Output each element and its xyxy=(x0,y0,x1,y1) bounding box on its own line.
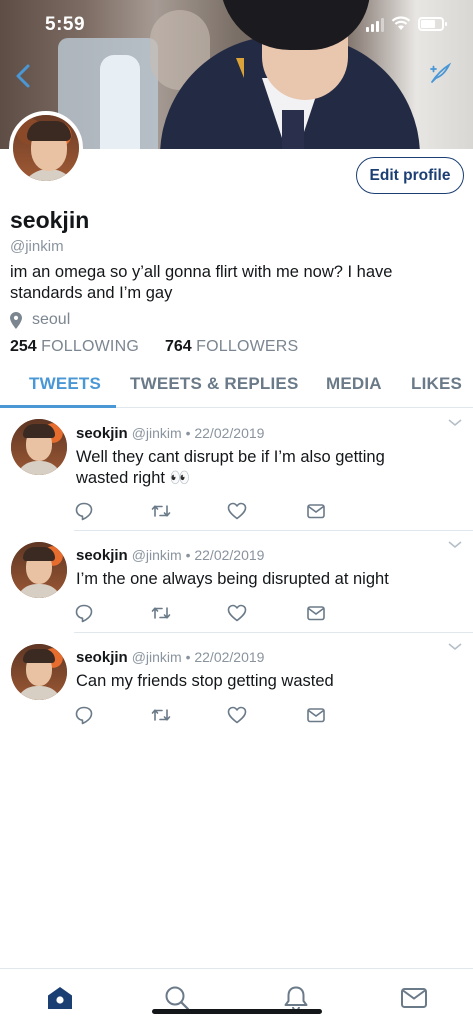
tweet-divider xyxy=(74,632,473,633)
tweet-author-name: seokjin xyxy=(76,425,128,442)
profile-location: seoul xyxy=(10,311,70,329)
tweet-text: Can my friends stop getting wasted xyxy=(76,672,334,690)
followers-label: FOLLOWERS xyxy=(196,338,299,355)
bottom-navigation xyxy=(0,968,473,1024)
heart-icon[interactable] xyxy=(227,603,247,623)
notifications-bell-icon[interactable] xyxy=(282,985,310,1011)
direct-message-icon[interactable] xyxy=(306,603,326,623)
following-label: FOLLOWING xyxy=(41,338,139,355)
followers-stat[interactable]: 764 FOLLOWERS xyxy=(165,338,298,356)
profile-avatar[interactable] xyxy=(9,111,83,185)
heart-icon[interactable] xyxy=(227,501,247,521)
messages-envelope-icon[interactable] xyxy=(400,985,428,1011)
status-bar: 5:59 xyxy=(0,0,473,50)
tweet-divider xyxy=(74,530,473,531)
followers-count: 764 xyxy=(164,338,192,355)
tweet-avatar[interactable] xyxy=(11,542,67,598)
retweet-icon[interactable] xyxy=(151,501,171,521)
direct-message-icon[interactable] xyxy=(306,705,326,725)
profile-display-name: seokjin xyxy=(10,207,90,233)
feather-compose-icon[interactable] xyxy=(428,62,452,86)
tweet-actions xyxy=(74,705,326,725)
edit-profile-button[interactable]: Edit profile xyxy=(356,157,464,194)
active-tab-indicator xyxy=(0,405,116,408)
tweet-header: seokjin @jinkim • 22/02/2019 xyxy=(76,547,264,564)
tweet-header: seokjin @jinkim • 22/02/2019 xyxy=(76,425,264,442)
chevron-down-icon[interactable] xyxy=(448,418,462,428)
following-stat[interactable]: 254 FOLLOWING xyxy=(10,338,139,356)
following-count: 254 xyxy=(10,338,37,355)
location-pin-icon xyxy=(10,311,22,329)
tweet-avatar[interactable] xyxy=(11,644,67,700)
profile-bio: im an omega so y’all gonna flirt with me… xyxy=(10,263,393,302)
wifi-icon xyxy=(391,16,411,30)
tab-tweets-and-replies[interactable]: TWEETS & REPLIES xyxy=(130,374,299,394)
retweet-icon[interactable] xyxy=(151,705,171,725)
reply-icon[interactable] xyxy=(74,501,94,521)
heart-icon[interactable] xyxy=(227,705,247,725)
tweet-meta: @jinkim • 22/02/2019 xyxy=(131,649,265,665)
tweet-text: Well they cant disrupt be if I’m also ge… xyxy=(76,448,385,487)
tweet-header: seokjin @jinkim • 22/02/2019 xyxy=(76,649,264,666)
tweet-avatar[interactable] xyxy=(11,419,67,475)
tweet-meta: @jinkim • 22/02/2019 xyxy=(131,425,265,441)
tab-likes[interactable]: LIKES xyxy=(411,374,462,394)
profile-handle: @jinkim xyxy=(10,238,64,255)
chevron-down-icon[interactable] xyxy=(448,642,462,652)
tweet-author-name: seokjin xyxy=(76,649,128,666)
search-icon[interactable] xyxy=(163,985,191,1011)
location-label: seoul xyxy=(32,311,71,328)
tweet-meta: @jinkim • 22/02/2019 xyxy=(131,547,265,563)
battery-icon xyxy=(418,17,447,31)
tweet-author-name: seokjin xyxy=(76,547,128,564)
chevron-left-icon[interactable] xyxy=(12,62,36,90)
direct-message-icon[interactable] xyxy=(306,501,326,521)
profile-stats: 254 FOLLOWING 764 FOLLOWERS xyxy=(10,338,298,356)
tweet-actions xyxy=(74,603,326,623)
reply-icon[interactable] xyxy=(74,705,94,725)
profile-tabs: TWEETS TWEETS & REPLIES MEDIA LIKES xyxy=(0,364,473,408)
tab-tweets[interactable]: TWEETS xyxy=(29,374,101,394)
tweet-actions xyxy=(74,501,326,521)
home-icon[interactable] xyxy=(46,985,74,1011)
tweet-text: I’m the one always being disrupted at ni… xyxy=(76,570,389,588)
chevron-down-icon[interactable] xyxy=(448,540,462,550)
reply-icon[interactable] xyxy=(74,603,94,623)
retweet-icon[interactable] xyxy=(151,603,171,623)
tab-media[interactable]: MEDIA xyxy=(326,374,382,394)
home-indicator xyxy=(152,1009,322,1014)
cellular-signal-icon xyxy=(366,18,384,32)
status-time: 5:59 xyxy=(45,14,86,35)
